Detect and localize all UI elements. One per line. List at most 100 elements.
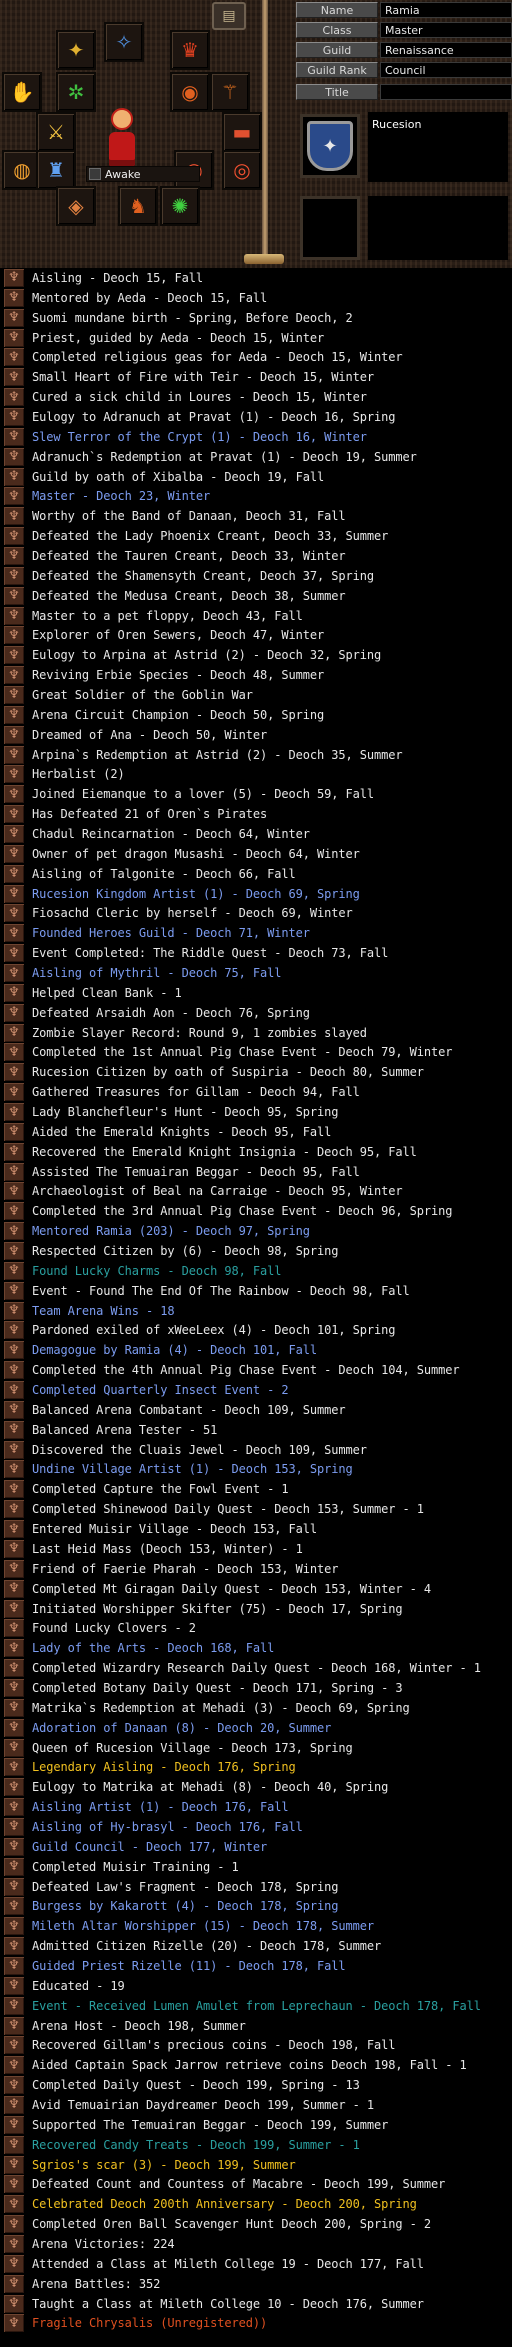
legend-item: ♆ Taught a Class at Mileth College 10 - D… bbox=[0, 2294, 512, 2314]
equipment-slot-12[interactable]: ♜ bbox=[36, 150, 76, 190]
legend-mark-icon: ♆ bbox=[4, 606, 24, 625]
legend-item: ♆ Master - Deoch 23, Winter bbox=[0, 486, 512, 506]
legend-mark-icon: ♆ bbox=[4, 1539, 24, 1558]
legend-item: ♆ Aisling of Talgonite - Deoch 66, Fall bbox=[0, 864, 512, 884]
legend-item: ♆ Lady of the Arts - Deoch 168, Fall bbox=[0, 1638, 512, 1658]
equipment-slot-0[interactable]: ✦ bbox=[56, 30, 96, 70]
legend-text: Owner of pet dragon Musashi - Deoch 64, … bbox=[32, 846, 360, 861]
legend-text: Recovered Candy Treats - Deoch 199, Summ… bbox=[32, 2137, 360, 2152]
legend-item: ♆ Aided Captain Spack Jarrow retrieve coi… bbox=[0, 2055, 512, 2075]
equipment-slot-1[interactable]: ✧ bbox=[104, 22, 144, 62]
equipment-slot-9[interactable]: ▬ bbox=[222, 112, 262, 152]
legend-mark-icon: ♆ bbox=[4, 1361, 24, 1380]
legend-mark-icon: ♆ bbox=[4, 1659, 24, 1678]
legend-item: ♆ Found Lucky Clovers - 2 bbox=[0, 1618, 512, 1638]
legend-text: Defeated the Lady Phoenix Creant, Deoch … bbox=[32, 529, 389, 544]
legend-item: ♆ Legendary Aisling - Deoch 176, Spring bbox=[0, 1757, 512, 1777]
legend-mark-icon: ♆ bbox=[4, 884, 24, 903]
weapon-icon: ⚔ bbox=[47, 120, 65, 144]
legend-item: ♆ Defeated Law's Fragment - Deoch 178, Sp… bbox=[0, 1877, 512, 1897]
legend-text: Joined Eiemanque to a lover (5) - Deoch … bbox=[32, 787, 374, 802]
legend-mark-icon: ♆ bbox=[4, 1837, 24, 1856]
legend-mark-icon: ♆ bbox=[4, 685, 24, 704]
legend-mark-icon: ♆ bbox=[4, 1857, 24, 1876]
legend-item: ♆ Completed Oren Ball Scavenger Hunt Deoc… bbox=[0, 2214, 512, 2234]
status-checkbox[interactable] bbox=[89, 168, 101, 180]
legend-mark-icon: ♆ bbox=[4, 1937, 24, 1956]
avatar-head bbox=[111, 108, 133, 130]
guild-label: Guild bbox=[296, 42, 378, 58]
belt-icon: ▬ bbox=[232, 120, 252, 144]
legend-item: ♆ Arena Circuit Champion - Deoch 50, Spri… bbox=[0, 705, 512, 725]
helm-icon: ♛ bbox=[181, 38, 199, 62]
legend-item: ♆ Completed the 4th Annual Pig Chase Even… bbox=[0, 1360, 512, 1380]
legend-mark-icon: ♆ bbox=[4, 2056, 24, 2075]
scroll-icon[interactable]: ▤ bbox=[212, 2, 246, 30]
legend-mark-icon: ♆ bbox=[4, 2115, 24, 2134]
equipment-slot-4[interactable]: ◉ bbox=[170, 72, 210, 112]
legend-text: Completed Wizardry Research Daily Quest … bbox=[32, 1661, 481, 1676]
legend-item: ♆ Fragile Chrysalis (Unregistered)) bbox=[0, 2314, 512, 2334]
legend-text: Recovered the Emerald Knight Insignia - … bbox=[32, 1144, 417, 1159]
legend-text: Reviving Erbie Species - Deoch 48, Summe… bbox=[32, 668, 325, 683]
legend-text: Guided Priest Rizelle (11) - Deoch 178, … bbox=[32, 1958, 346, 1973]
legend-item: ♆ Queen of Rucesion Village - Deoch 173, … bbox=[0, 1738, 512, 1758]
legend-text: Defeated the Shamensyth Creant, Deoch 37… bbox=[32, 568, 374, 583]
legend-text: Completed religious geas for Aeda - Deoc… bbox=[32, 350, 403, 365]
legend-mark-icon: ♆ bbox=[4, 566, 24, 585]
legend-mark-icon: ♆ bbox=[4, 1281, 24, 1300]
equipment-slot-5[interactable]: ⚚ bbox=[210, 72, 250, 112]
legend-mark-icon: ♆ bbox=[4, 1956, 24, 1975]
legend-mark-icon: ♆ bbox=[4, 2155, 24, 2174]
legend-item: ♆ Joined Eiemanque to a lover (5) - Deoch… bbox=[0, 784, 512, 804]
legend-item: ♆ Pardoned exiled of xWeeLeex (4) - Deoch… bbox=[0, 1321, 512, 1341]
status-box[interactable]: Awake bbox=[86, 166, 200, 182]
guild-emblem: ✦ bbox=[300, 114, 360, 178]
equipment-slot-14[interactable]: ◈ bbox=[56, 186, 96, 226]
legend-text: Guild Council - Deoch 177, Winter bbox=[32, 1839, 268, 1854]
legend-mark-icon: ♆ bbox=[4, 1559, 24, 1578]
legend-text: Helped Clean Bank - 1 bbox=[32, 985, 182, 1000]
legend-item: ♆ Rucesion Citizen by oath of Suspiria - … bbox=[0, 1062, 512, 1082]
equipment-slot-13[interactable]: ♞ bbox=[118, 186, 158, 226]
legend-mark-icon: ♆ bbox=[4, 2195, 24, 2214]
legend-item: ♆ Aisling Artist (1) - Deoch 176, Fall bbox=[0, 1797, 512, 1817]
legend-item: ♆ Reviving Erbie Species - Deoch 48, Summ… bbox=[0, 665, 512, 685]
legend-item: ♆ Found Lucky Charms - Deoch 98, Fall bbox=[0, 1261, 512, 1281]
legend-text: Sgrios's scar (3) - Deoch 199, Summer bbox=[32, 2157, 296, 2172]
legend-text: Guild by oath of Xibalba - Deoch 19, Fal… bbox=[32, 469, 325, 484]
divider-pole bbox=[262, 0, 268, 258]
title-value[interactable] bbox=[380, 84, 512, 100]
legend-text: Discovered the Cluais Jewel - Deoch 109,… bbox=[32, 1442, 367, 1457]
equipment-slot-2[interactable]: ♛ bbox=[170, 30, 210, 70]
legend-text: Defeated the Medusa Creant, Deoch 38, Su… bbox=[32, 588, 346, 603]
legend-text: Explorer of Oren Sewers, Deoch 47, Winte… bbox=[32, 628, 325, 643]
legend-mark-icon: ♆ bbox=[4, 944, 24, 963]
legend-mark-icon: ♆ bbox=[4, 964, 24, 982]
legend-text: Chadul Reincarnation - Deoch 64, Winter bbox=[32, 826, 310, 841]
legend-mark-icon: ♆ bbox=[4, 1202, 24, 1221]
legend-text: Mentored by Aeda - Deoch 15, Fall bbox=[32, 290, 268, 305]
mantle-icon: ✦ bbox=[67, 38, 85, 62]
legend-item: ♆ Master to a pet floppy, Deoch 43, Fall bbox=[0, 606, 512, 626]
equipment-slot-3[interactable]: ✲ bbox=[56, 72, 96, 112]
legend-mark-icon: ♆ bbox=[4, 1599, 24, 1618]
legend-mark-icon: ♆ bbox=[4, 824, 24, 843]
legend-mark-icon: ♆ bbox=[4, 1420, 24, 1439]
legend-item: ♆ Chadul Reincarnation - Deoch 64, Winter bbox=[0, 824, 512, 844]
legend-text: Priest, guided by Aeda - Deoch 15, Winte… bbox=[32, 330, 325, 345]
guild-rank-value: Council bbox=[380, 62, 512, 78]
equipment-slot-8[interactable]: ⚔ bbox=[36, 112, 76, 152]
legend-mark-icon: ♆ bbox=[4, 1460, 24, 1479]
legend-text: Pardoned exiled of xWeeLeex (4) - Deoch … bbox=[32, 1323, 396, 1338]
legend-item: ♆ Owner of pet dragon Musashi - Deoch 64,… bbox=[0, 844, 512, 864]
legend-item: ♆ Worthy of the Band of Danaan, Deoch 31,… bbox=[0, 506, 512, 526]
equipment-slot-11[interactable]: ◎ bbox=[222, 150, 262, 190]
legend-text: Lady Blanchefleur's Hunt - Deoch 95, Spr… bbox=[32, 1105, 339, 1120]
equipment-slot-15[interactable]: ✺ bbox=[160, 186, 200, 226]
legend-text: Educated - 19 bbox=[32, 1978, 125, 1993]
legend-item: ♆ Recovered Gillam's precious coins - Deo… bbox=[0, 2035, 512, 2055]
equipment-slot-6[interactable]: ✋ bbox=[2, 72, 42, 112]
name-value: Ramia bbox=[380, 2, 512, 18]
legend-item: ♆ Suomi mundane birth - Spring, Before De… bbox=[0, 308, 512, 328]
